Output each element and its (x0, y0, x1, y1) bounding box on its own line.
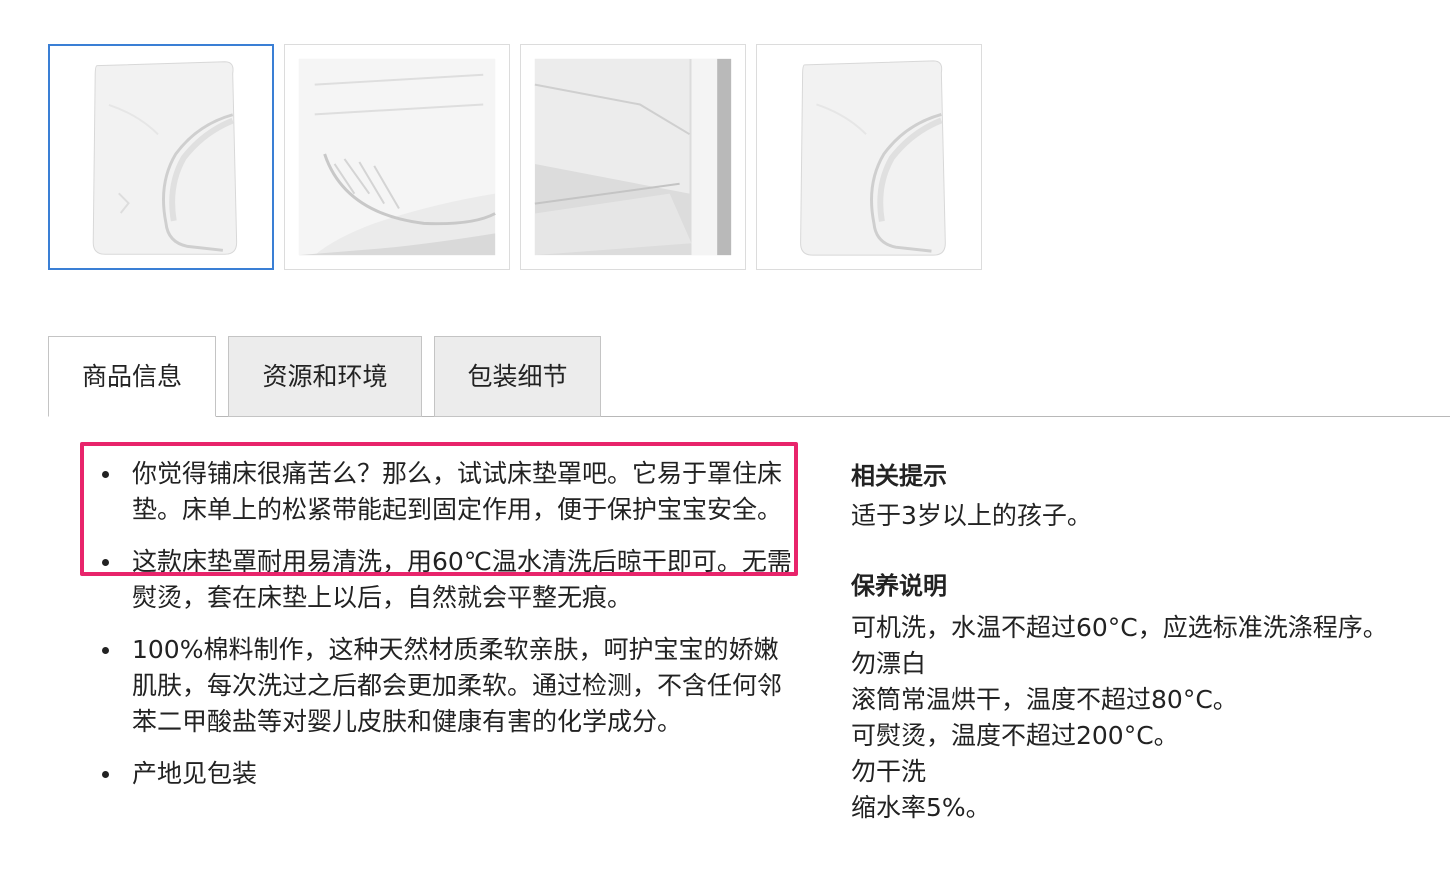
thumbnail-1[interactable] (48, 44, 274, 270)
tips-text: 适于3岁以上的孩子。 (851, 501, 1092, 530)
fitted-sheet-image-alt (800, 60, 946, 256)
product-info-side: 相关提示 适于3岁以上的孩子。 保养说明 可机洗，水温不超过60°C，应选标准洗… (851, 458, 1431, 826)
care-heading: 保养说明 (851, 572, 947, 600)
tab-packaging-details[interactable]: 包装细节 (434, 336, 601, 417)
product-tabs: 商品信息 资源和环境 包装细节 (48, 336, 1450, 417)
sheet-on-bed-image (534, 58, 732, 256)
care-line: 勿漂白 (851, 649, 927, 678)
tab-resources-environment[interactable]: 资源和环境 (228, 336, 422, 417)
care-line: 勿干洗 (851, 757, 927, 786)
care-line: 可熨烫，温度不超过200°C。 (851, 721, 1179, 750)
tab-product-info[interactable]: 商品信息 (48, 336, 216, 417)
care-line: 可机洗，水温不超过60°C，应选标准洗涤程序。 (851, 613, 1388, 642)
care-line: 滚筒常温烘干，温度不超过80°C。 (851, 685, 1238, 714)
product-thumbnail-strip (48, 44, 982, 270)
thumbnail-4[interactable] (756, 44, 982, 270)
feature-item-4: 产地见包装 (98, 756, 798, 792)
thumbnail-2[interactable] (284, 44, 510, 270)
thumbnail-3[interactable] (520, 44, 746, 270)
care-instructions: 可机洗，水温不超过60°C，应选标准洗涤程序。 勿漂白 滚筒常温烘干，温度不超过… (851, 610, 1431, 826)
feature-item-2: 这款床垫罩耐用易清洗，用60℃温水清洗后晾干即可。无需熨烫，套在床垫上以后，自然… (98, 544, 798, 616)
sheet-corner-image (298, 58, 496, 256)
feature-list: 你觉得铺床很痛苦么？那么，试试床垫罩吧。它易于罩住床垫。床单上的松紧带能起到固定… (98, 456, 798, 808)
fitted-sheet-image (92, 61, 238, 255)
feature-item-3: 100%棉料制作，这种天然材质柔软亲肤，呵护宝宝的娇嫩肌肤，每次洗过之后都会更加… (98, 632, 798, 740)
feature-item-1: 你觉得铺床很痛苦么？那么，试试床垫罩吧。它易于罩住床垫。床单上的松紧带能起到固定… (98, 456, 798, 528)
tips-heading: 相关提示 (851, 462, 947, 490)
care-line: 缩水率5%。 (851, 793, 991, 822)
